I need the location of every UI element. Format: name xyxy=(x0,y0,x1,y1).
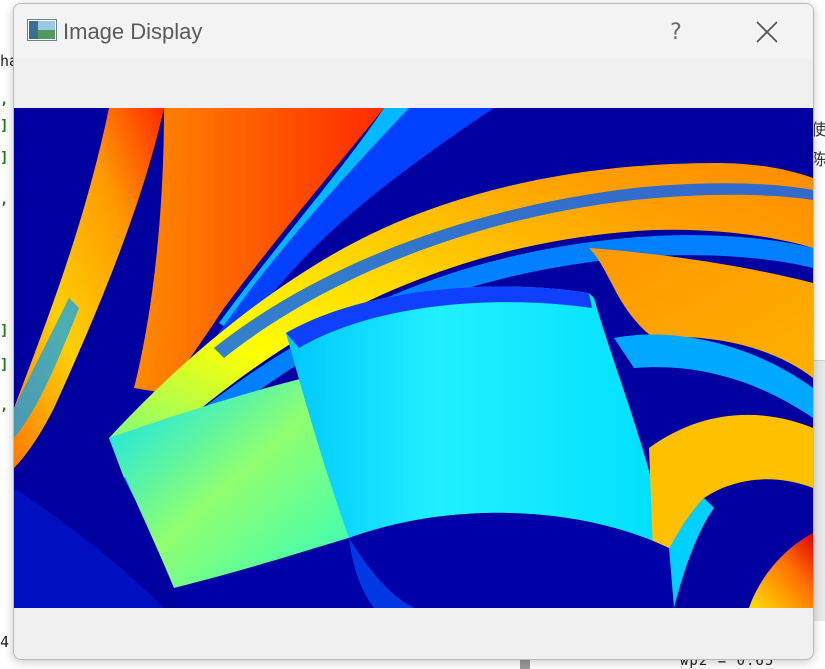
help-button[interactable]: ? xyxy=(654,12,698,52)
window-title: Image Display xyxy=(63,19,203,44)
title-bar[interactable]: Image Display ? xyxy=(14,4,813,59)
rendered-image-canvas xyxy=(14,108,813,608)
image-display-window: Image Display ? xyxy=(13,3,814,660)
background-code-mark: , xyxy=(0,398,9,414)
background-code-mark: , xyxy=(0,92,9,108)
turbine-blade-heatmap-image xyxy=(14,108,813,608)
background-code-mark: ] xyxy=(0,150,9,166)
background-code-mark: ] xyxy=(0,323,9,339)
background-code-mark: ] xyxy=(0,118,9,134)
close-button[interactable] xyxy=(742,12,792,52)
close-icon xyxy=(756,21,778,43)
background-code-mark: ] xyxy=(0,357,9,373)
background-editor-left: ha , ] ] , ] ] , 4 xyxy=(0,0,18,669)
image-window-icon xyxy=(27,19,57,41)
background-text-fragment: 4 xyxy=(0,633,10,651)
help-glyph: ? xyxy=(670,19,682,45)
background-code-mark: , xyxy=(0,192,9,208)
